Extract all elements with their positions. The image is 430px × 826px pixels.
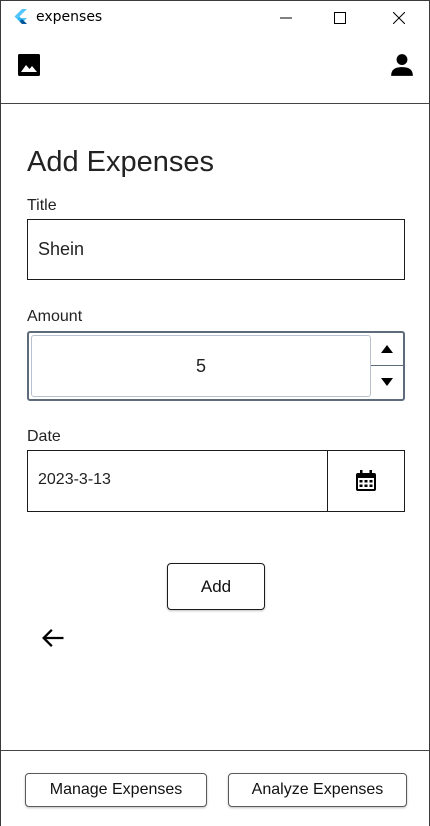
- increment-button[interactable]: [371, 333, 403, 366]
- date-value: 2023-3-13: [38, 471, 111, 488]
- amount-field[interactable]: [27, 331, 405, 401]
- image-icon[interactable]: [17, 53, 41, 77]
- title-bar: expenses: [1, 1, 429, 34]
- close-button[interactable]: [376, 1, 422, 34]
- date-label: Date: [27, 428, 61, 445]
- add-button[interactable]: Add: [167, 563, 265, 610]
- window-title: expenses: [36, 9, 103, 25]
- title-label: Title: [27, 197, 57, 214]
- person-icon[interactable]: [389, 52, 415, 78]
- amount-input[interactable]: [32, 354, 370, 378]
- close-icon: [393, 11, 405, 24]
- bottom-bar: Manage Expenses Analyze Expenses: [1, 750, 429, 826]
- app-bar: [1, 35, 429, 104]
- minimize-button[interactable]: [263, 1, 309, 34]
- maximize-button[interactable]: [317, 1, 363, 34]
- decrement-button[interactable]: [371, 366, 403, 398]
- flutter-logo-icon: [14, 9, 27, 24]
- caret-up-icon: [381, 345, 393, 353]
- date-field[interactable]: 2023-3-13: [27, 450, 405, 512]
- amount-input-box[interactable]: [31, 335, 371, 397]
- caret-down-icon: [381, 378, 393, 386]
- analyze-expenses-button[interactable]: Analyze Expenses: [228, 773, 407, 807]
- page-title: Add Expenses: [27, 146, 215, 178]
- calendar-icon: [356, 470, 376, 491]
- manage-expenses-button[interactable]: Manage Expenses: [25, 773, 207, 807]
- back-arrow-icon[interactable]: [39, 624, 67, 652]
- app-window: expenses Add Expenses Title Amount: [0, 0, 430, 826]
- maximize-icon: [334, 11, 346, 24]
- minimize-icon: [280, 17, 292, 18]
- calendar-button[interactable]: [327, 451, 404, 511]
- amount-label: Amount: [27, 308, 83, 325]
- title-input[interactable]: [28, 220, 404, 279]
- title-field[interactable]: [27, 219, 405, 280]
